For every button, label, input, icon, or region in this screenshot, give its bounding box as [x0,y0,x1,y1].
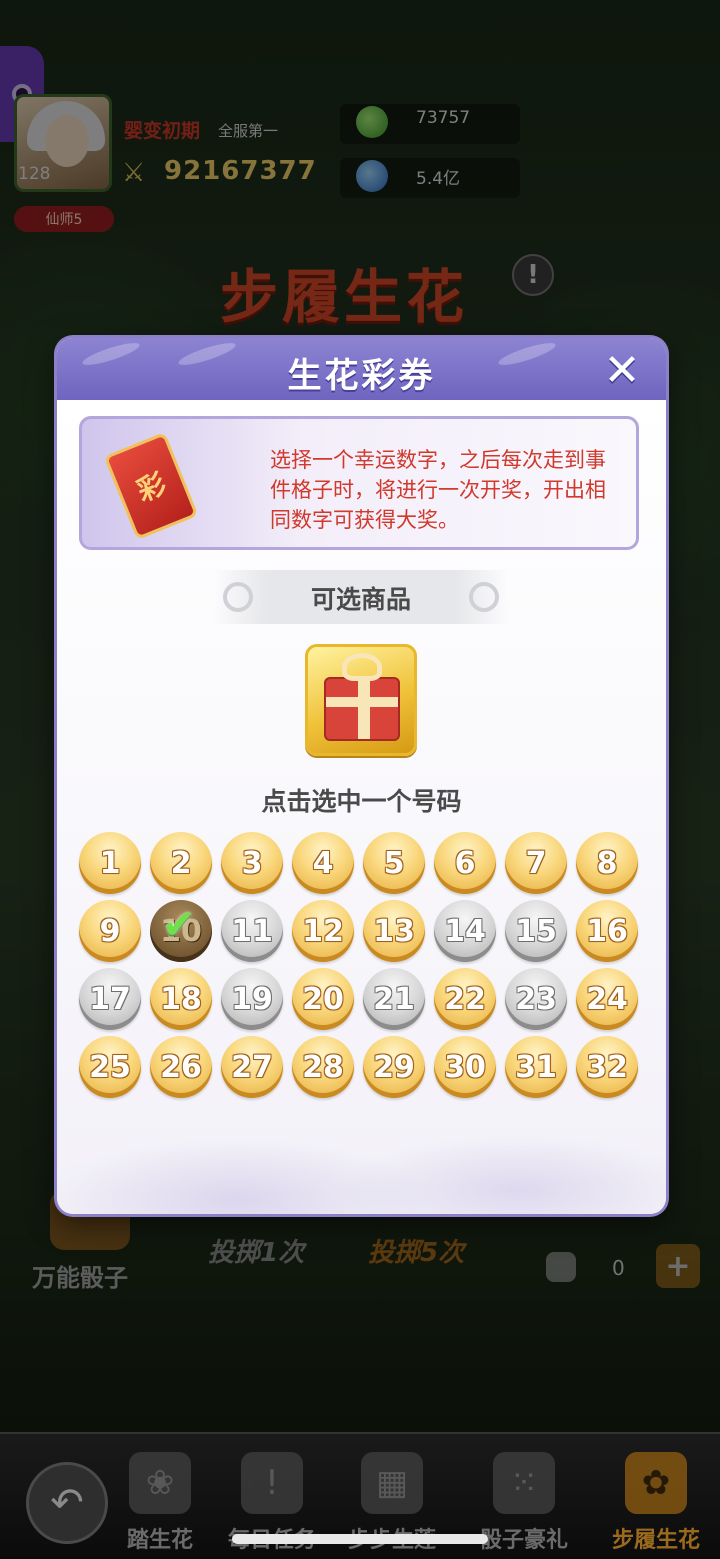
number-label: 18 [160,981,202,1017]
number-label: 20 [302,981,344,1017]
number-ball[interactable]: 29 [363,1036,425,1098]
number-label: 2 [170,845,192,881]
number-label: 21 [373,981,415,1017]
number-ball[interactable]: 26 [150,1036,212,1098]
number-ball: 19 [221,968,283,1030]
nav-item-flower-step[interactable]: ❀ 踏生花 [118,1434,202,1559]
number-ball: 15 [505,900,567,962]
number-label: 28 [302,1049,344,1085]
number-label: 26 [160,1049,202,1085]
section-banner: 可选商品 [213,570,509,624]
number-ball[interactable]: 6 [434,832,496,894]
number-label: 22 [444,981,486,1017]
home-indicator[interactable] [232,1534,488,1544]
number-ball: 23 [505,968,567,1030]
gift-box-item[interactable] [305,644,417,756]
number-ball[interactable]: 5 [363,832,425,894]
number-ball[interactable]: 1 [79,832,141,894]
number-ball[interactable]: 7 [505,832,567,894]
number-label: 9 [99,913,121,949]
number-ball[interactable]: 25 [79,1036,141,1098]
number-label: 13 [373,913,415,949]
flower-icon: ✿ [625,1452,687,1514]
modal-title: 生花彩券 [287,356,436,396]
number-label: 23 [515,981,557,1017]
ticket-char: 彩 [132,466,171,508]
number-label: 16 [586,913,628,949]
number-label: 6 [454,845,476,881]
dice-icon: ⁙ [493,1452,555,1514]
scroll-icon: ! [241,1452,303,1514]
number-label: 12 [302,913,344,949]
number-label: 19 [231,981,273,1017]
nav-item-dice-gift[interactable]: ⁙ 骰子豪礼 [474,1434,574,1559]
nav-item-step-flower[interactable]: ✿ 步履生花 [606,1434,706,1559]
number-ball: 21 [363,968,425,1030]
number-ball[interactable]: 27 [221,1036,283,1098]
dice-cup-icon: ▦ [361,1452,423,1514]
section-title: 可选商品 [310,585,411,614]
lottery-ticket-icon: 彩 [103,431,199,541]
number-label: 1 [99,845,121,881]
gift-bow-icon [342,653,382,681]
number-ball[interactable]: 30 [434,1036,496,1098]
number-ball[interactable]: 32 [576,1036,638,1098]
number-ball[interactable]: 8 [576,832,638,894]
number-ball[interactable]: 31 [505,1036,567,1098]
checkmark-icon: ✔ [162,902,196,948]
number-grid: 1 2 3 4 5 6 7 8 9 10 ✔ 11 12 13 14 15 16 17 18 19 20 21 22 23 24… [79,832,645,1098]
number-label: 11 [231,913,273,949]
number-ball[interactable]: 12 [292,900,354,962]
number-ball[interactable]: 16 [576,900,638,962]
ribbon [326,697,398,707]
info-card: 彩 选择一个幸运数字，之后每次走到事件格子时，将进行一次开奖，开出相同数字可获得… [79,416,639,550]
number-label: 4 [312,845,334,881]
number-ball[interactable]: 9 [79,900,141,962]
number-label: 15 [515,913,557,949]
number-label: 3 [241,845,263,881]
ribbon [358,679,370,739]
number-label: 5 [383,845,405,881]
nav-label: 骰子豪礼 [479,1528,568,1553]
number-ball[interactable]: 18 [150,968,212,1030]
number-ball: 14 [434,900,496,962]
nav-label: 踏生花 [126,1528,193,1553]
number-ball[interactable]: 20 [292,968,354,1030]
number-ball[interactable]: 24 [576,968,638,1030]
number-label: 32 [586,1049,628,1085]
number-label: 31 [515,1049,557,1085]
number-ball[interactable]: 22 [434,968,496,1030]
lottery-modal: 生花彩券 ✕ 彩 选择一个幸运数字，之后每次走到事件格子时，将进行一次开奖，开出… [57,338,666,1214]
number-label: 17 [89,981,131,1017]
number-label: 7 [525,845,547,881]
lottery-description: 选择一个幸运数字，之后每次走到事件格子时，将进行一次开奖，开出相同数字可获得大奖… [270,448,606,532]
number-ball[interactable]: 28 [292,1036,354,1098]
flower-icon: ❀ [129,1452,191,1514]
number-label: 25 [89,1049,131,1085]
number-label: 14 [444,913,486,949]
number-label: 24 [586,981,628,1017]
back-button[interactable]: ↶ [26,1462,108,1544]
number-ball-selected[interactable]: 10 ✔ [150,900,212,962]
number-label: 27 [231,1049,273,1085]
gift-box-icon [324,677,400,741]
close-button[interactable]: ✕ [597,345,647,396]
number-ball: 17 [79,968,141,1030]
nav-label: 步履生花 [611,1528,700,1553]
number-ball: 11 [221,900,283,962]
number-ball[interactable]: 3 [221,832,283,894]
number-ball[interactable]: 4 [292,832,354,894]
number-ball[interactable]: 13 [363,900,425,962]
number-label: 30 [444,1049,486,1085]
select-hint: 点击选中一个号码 [261,787,462,816]
number-ball[interactable]: 2 [150,832,212,894]
number-label: 29 [373,1049,415,1085]
number-label: 8 [596,845,618,881]
